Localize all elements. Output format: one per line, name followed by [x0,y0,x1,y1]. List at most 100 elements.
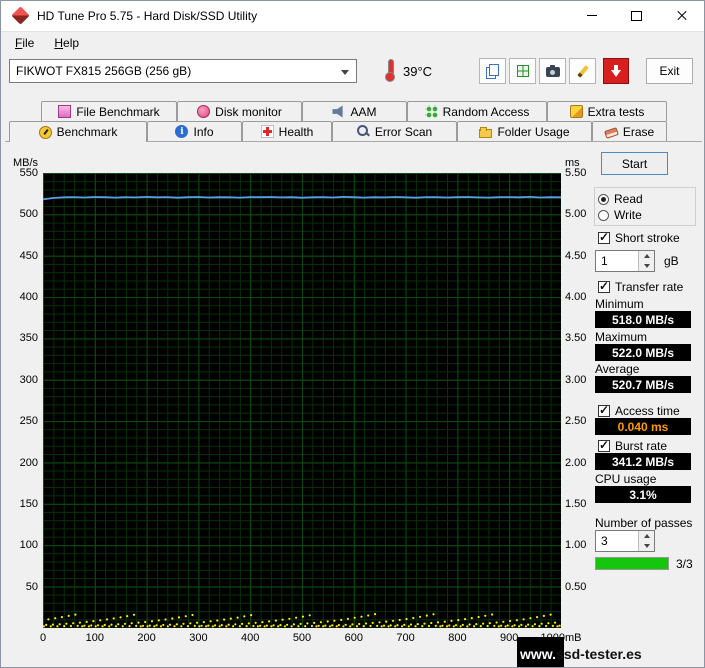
tab-folder-usage[interactable]: Folder Usage [457,121,592,141]
drive-select[interactable]: FIKWOT FX815 256GB (256 gB) [9,59,357,83]
folder-icon [479,129,492,138]
minimum-label: Minimum [595,297,644,311]
x-axis-tick: 0 [21,632,65,644]
average-label: Average [595,362,639,376]
checkbox-icon [598,232,610,244]
tab-aam[interactable]: AAM [302,101,407,121]
drive-select-value: FIKWOT FX815 256GB (256 gB) [16,64,191,78]
burst-rate-checkbox[interactable]: Burst rate [598,439,667,453]
short-stroke-size-spinner[interactable]: 1 [595,250,655,272]
radio-icon [598,210,609,221]
left-axis-tick: 350 [1,332,38,344]
read-label: Read [614,192,643,206]
window-title: HD Tune Pro 5.75 - Hard Disk/SSD Utility [37,9,257,23]
tab-label: Random Access [443,105,530,119]
tab-label: File Benchmark [76,105,159,119]
left-axis-tick: 50 [1,581,38,593]
close-button[interactable] [659,1,704,30]
maximum-label: Maximum [595,330,647,344]
highlight-button[interactable] [569,58,596,84]
extra-tests-icon [570,105,583,118]
close-icon [676,10,688,22]
menu-help[interactable]: Help [48,34,85,52]
left-axis-tick: 200 [1,457,38,469]
short-stroke-unit: gB [664,254,679,268]
short-stroke-label: Short stroke [615,231,680,245]
tab-label: Health [279,125,314,139]
left-axis-tick: 400 [1,291,38,303]
x-axis-tick: 600 [332,632,376,644]
menubar: File Help [1,32,704,53]
tab-label: AAM [350,105,376,119]
left-axis-unit: MB/s [13,157,39,169]
access-time-value: 0.040 ms [595,418,691,435]
tab-file-benchmark[interactable]: File Benchmark [41,101,177,121]
spinner-value: 3 [601,534,608,548]
eraser-icon [604,127,619,139]
chevron-down-icon [341,70,349,75]
tab-extra-tests[interactable]: Extra tests [547,101,667,121]
thermometer-bulb [385,72,395,82]
tab-label: Folder Usage [497,125,569,139]
burst-rate-value: 341.2 MB/s [595,453,691,470]
hd-tune-window: HD Tune Pro 5.75 - Hard Disk/SSD Utility… [0,0,705,668]
left-axis-tick: 150 [1,498,38,510]
x-axis-tick: 700 [384,632,428,644]
spinner-down-button[interactable] [638,261,654,271]
maximize-button[interactable] [614,1,659,30]
left-axis-tick: 300 [1,374,38,386]
benchmark-chart [43,173,561,628]
export-button[interactable] [509,58,536,84]
read-radio[interactable]: Read [598,192,643,206]
watermark-prefix: www. [520,646,556,662]
copy-button[interactable] [479,58,506,84]
tab-random-access[interactable]: Random Access [407,101,547,121]
spinner-down-button[interactable] [638,541,654,551]
random-access-icon [425,105,438,118]
info-icon [175,125,188,138]
window-controls [569,1,704,30]
checkbox-icon [598,440,610,452]
triangle-up-icon [644,534,650,538]
tab-error-scan[interactable]: Error Scan [332,121,457,141]
file-benchmark-icon [58,105,71,118]
passes-label: Number of passes [595,516,692,530]
menu-file[interactable]: File [9,34,40,52]
access-time-checkbox[interactable]: Access time [598,404,680,418]
download-arrow-icon [611,65,622,77]
tab-info[interactable]: Info [147,121,242,141]
transfer-rate-checkbox[interactable]: Transfer rate [598,280,683,294]
short-stroke-checkbox[interactable]: Short stroke [598,231,680,245]
minimize-button[interactable] [569,1,614,30]
passes-spinner[interactable]: 3 [595,530,655,552]
cpu-usage-label: CPU usage [595,472,656,486]
maximum-value: 522.0 MB/s [595,344,691,361]
screenshot-button[interactable] [539,58,566,84]
watermark-domain: ssd-tester.es [556,646,642,662]
cpu-usage-value: 3.1% [595,486,691,503]
start-button[interactable]: Start [601,152,668,175]
passes-progress-fill [596,558,668,569]
left-axis-tick: 100 [1,539,38,551]
benchmark-plot [43,173,561,628]
triangle-down-icon [644,264,650,268]
tab-disk-monitor[interactable]: Disk monitor [177,101,302,121]
x-axis-tick: 400 [228,632,272,644]
tab-benchmark[interactable]: Benchmark [9,121,147,142]
left-axis-tick: 450 [1,250,38,262]
tab-health[interactable]: Health [242,121,332,141]
tab-label: Erase [623,125,654,139]
access-time-dots [43,613,561,627]
camera-icon [546,67,560,77]
burst-rate-label: Burst rate [615,439,667,453]
tab-erase[interactable]: Erase [592,121,667,141]
download-button[interactable] [603,58,629,84]
exit-button[interactable]: Exit [646,58,693,84]
radio-icon [598,194,609,205]
app-icon [11,6,29,24]
write-radio[interactable]: Write [598,208,642,222]
access-time-label: Access time [615,404,680,418]
tab-label: Extra tests [588,105,645,119]
thermometer-icon [385,59,396,83]
right-axis-unit: ms [565,157,580,169]
